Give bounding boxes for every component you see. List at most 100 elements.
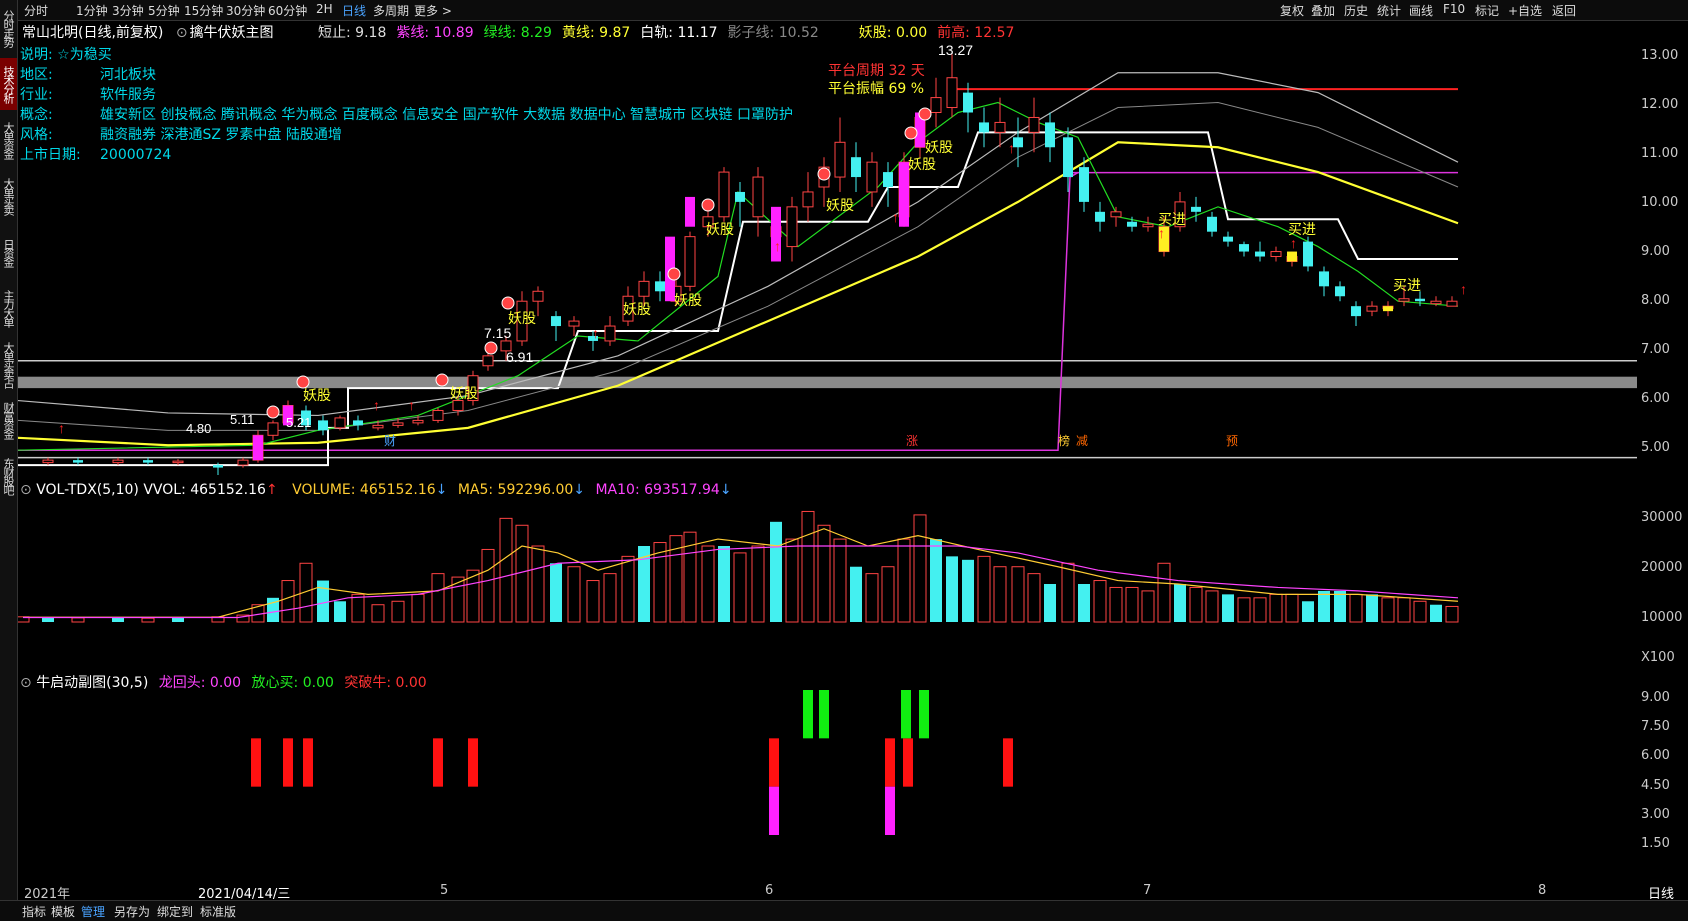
up-arrow-icon: ↑ [592,325,599,341]
sidebar-item-big-order-ratio[interactable]: 大单买卖占比 [0,338,17,390]
signal-badge-icon [296,375,310,389]
mark-button[interactable]: 标记 [1475,2,1499,19]
event-mark: 涨 [906,433,918,448]
volume-bar [411,593,425,623]
breakthrough-bar [303,738,313,787]
sidebar-item-main-force[interactable]: 主力大单 [0,282,17,334]
candle-body [1028,116,1040,133]
vvol-value: VVOL: 465152.16 [143,482,266,498]
tab-2h[interactable]: 2H [316,2,333,16]
time-label-august: 8 [1538,883,1547,898]
sub-indicator-chart[interactable] [18,690,1637,880]
volume-bar [1253,597,1267,623]
sub-panel-title[interactable]: 牛启动副图(30,5) [36,675,148,691]
candle-body [1430,300,1442,305]
candle-body [786,206,798,248]
sidebar-item-tech-analysis[interactable]: 技术分析 [0,58,17,110]
tab-fenshi[interactable]: 分时 [24,2,48,19]
volume-bar [586,580,600,623]
volume-bar [112,617,124,622]
candle-body [1398,298,1410,302]
volume-bar [1349,593,1363,623]
volume-chart[interactable] [18,500,1637,670]
indicator-selector-icon[interactable]: ⊙ [20,482,32,498]
signal-badge-icon [904,126,918,140]
candle-body [802,191,814,208]
f10-button[interactable]: F10 [1443,2,1465,16]
candle-body [946,77,958,109]
tab-more[interactable]: 更多 > [414,2,452,19]
sub-value-tupoiniu: 突破牛: 0.00 [344,675,427,691]
time-label-july: 7 [1143,883,1152,898]
save-as-button[interactable]: 另存为 [114,903,150,920]
price-axis: 13.00 12.00 11.00 10.00 9.00 8.00 7.00 6… [1637,38,1688,480]
indicator-button[interactable]: 指标 [22,903,46,920]
history-button[interactable]: 历史 [1344,2,1368,19]
volume-bar [281,580,295,623]
volume-bar [1381,597,1395,623]
candle-body [568,320,580,327]
volume-bar [1157,562,1171,623]
breakthrough-bar [433,738,443,787]
volume-bars [18,510,1459,623]
tab-multi-period[interactable]: 多周期 [373,2,409,19]
volume-tick: 30000 [1641,510,1683,525]
tab-daily[interactable]: 日线 [342,2,366,19]
back-button[interactable]: 返回 [1552,2,1576,19]
event-mark: 减 [1076,434,1088,448]
template-button[interactable]: 模板 [51,903,75,920]
volume-bar [850,566,862,622]
candle-body [1095,211,1105,222]
signal-badge-icon [918,107,932,121]
fuquan-button[interactable]: 复权 [1280,2,1304,19]
tab-3min[interactable]: 3分钟 [112,2,144,19]
up-arrow-icon: ↑ [892,209,899,225]
volume-bar [1430,604,1442,622]
sidebar-item-day-fund[interactable]: 日资金 [0,226,17,278]
tab-30min[interactable]: 30分钟 [226,2,265,19]
volume-bar [1141,590,1155,623]
volume-bar [801,510,815,623]
manage-button[interactable]: 管理 [81,903,105,920]
sidebar-item-wealth-fund[interactable]: 财富资金 [0,394,17,446]
time-label-may: 5 [440,883,449,898]
volume-bar [391,600,405,623]
up-arrow-icon: ↑ [774,238,781,254]
yaogu-label: 妖股 [908,156,936,172]
tab-15min[interactable]: 15分钟 [184,2,223,19]
sub-tick: 1.50 [1641,836,1670,851]
volume-bar [653,542,667,623]
down-arrow-icon: ↓ [573,482,586,498]
sidebar-item-big-order-trade[interactable]: 大单买卖 [0,170,17,222]
sidebar-item-fenshi[interactable]: 分时走势 [0,2,17,54]
candle-body [735,191,745,202]
sidebar-item-guba[interactable]: 东财股吧 [0,450,17,502]
bind-to-button[interactable]: 绑定到 [157,903,193,920]
stats-button[interactable]: 统计 [1377,2,1401,19]
volume-value: VOLUME: 465152.16 [292,482,436,498]
up-arrow-icon: ↑ [58,420,65,436]
price-chart[interactable]: 妖股 妖股妖股妖股妖股妖股妖股妖股妖股买进买进买进13.274.807.156.9… [18,38,1637,480]
volume-bar [481,548,495,623]
volume-bar [141,617,155,623]
volume-bar [1222,594,1234,622]
ma10-value: MA10: 693517.94 [595,482,720,498]
overlay-button[interactable]: 叠加 [1311,2,1335,19]
add-watchlist-button[interactable]: +自选 [1508,2,1542,19]
tab-60min[interactable]: 60分钟 [268,2,307,19]
magenta-candle [253,435,263,461]
sidebar-item-big-order-fund[interactable]: 大单资金 [0,114,17,166]
down-arrow-icon: ↓ [435,482,448,498]
tab-5min[interactable]: 5分钟 [148,2,180,19]
volume-title[interactable]: VOL-TDX(5,10) [36,482,139,498]
draw-button[interactable]: 画线 [1409,2,1433,19]
breakthrough-bar [769,738,779,787]
candle-body [532,290,544,302]
standard-edition-button[interactable]: 标准版 [200,903,236,920]
candle-body [172,460,184,464]
volume-bar [833,538,847,623]
indicator-selector-icon[interactable]: ⊙ [20,675,32,691]
signal-badge-icon [667,267,681,281]
candle-body [1063,137,1073,178]
tab-1min[interactable]: 1分钟 [76,2,108,19]
